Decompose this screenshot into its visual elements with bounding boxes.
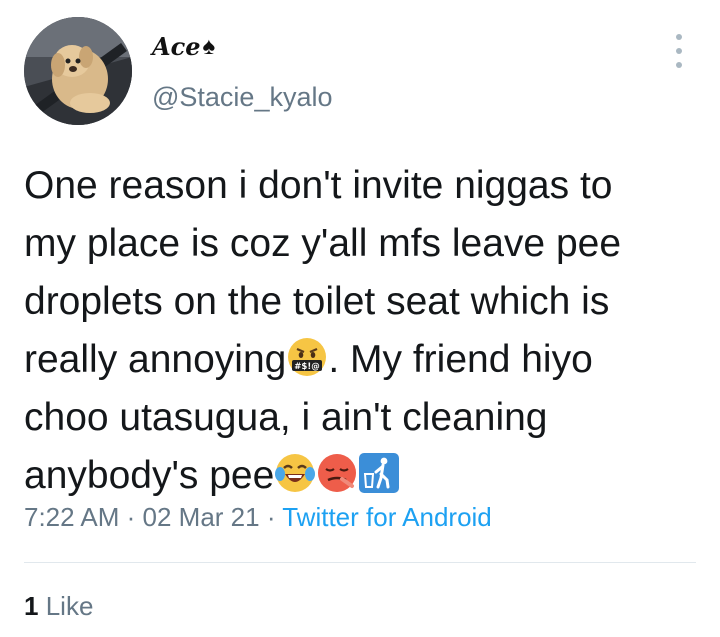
tweet-time: 7:22 AM [24,502,120,532]
likes-count[interactable]: 1 Like [24,591,93,622]
tweet-line-text: . My friend hiyo [328,338,593,381]
puppy-photo [24,17,132,125]
tweet-line-text: really annoying [24,338,287,381]
put-litter-in-its-place-emoji [359,453,400,493]
avatar[interactable] [24,17,132,125]
divider [24,562,696,563]
tweet-metadata: 7:22 AM · 02 Mar 21 · Twitter for Androi… [24,502,492,533]
tweet-line: droplets on the toilet seat which is [24,280,610,323]
tweet-line: One reason i don't invite niggas to [24,164,613,207]
display-name-text: Ace [152,32,201,61]
user-handle[interactable]: @Stacie_kyalo [152,82,333,113]
tweet-line: choo utasugua, i ain't cleaning [24,396,548,439]
tweet-source-link[interactable]: Twitter for Android [282,502,492,532]
tweet-date: 02 Mar 21 [142,502,260,532]
tweet-line: really annoying #$!@ . My friend hiyo [24,331,704,389]
separator: · [119,502,143,532]
face-with-tears-of-joy-emoji [275,454,316,492]
spade-icon: ♠ [202,32,216,60]
tweet-line-text: anybody's pee [24,454,275,497]
more-options-icon[interactable] [669,34,689,68]
tweet-line: anybody's pee [24,447,704,505]
tweet-line: my place is coz y'all mfs leave pee [24,222,622,265]
separator: · [259,502,283,532]
face-with-symbols-on-mouth-emoji: #$!@ [288,338,327,376]
tweet-text: One reason i don't invite niggas to my p… [24,157,704,505]
display-name[interactable]: Ace ♠ [152,32,215,61]
likes-number: 1 [24,591,39,621]
hot-face-emoji [318,454,357,492]
svg-text:#$!@: #$!@ [295,362,320,372]
likes-label: Like [45,591,94,621]
